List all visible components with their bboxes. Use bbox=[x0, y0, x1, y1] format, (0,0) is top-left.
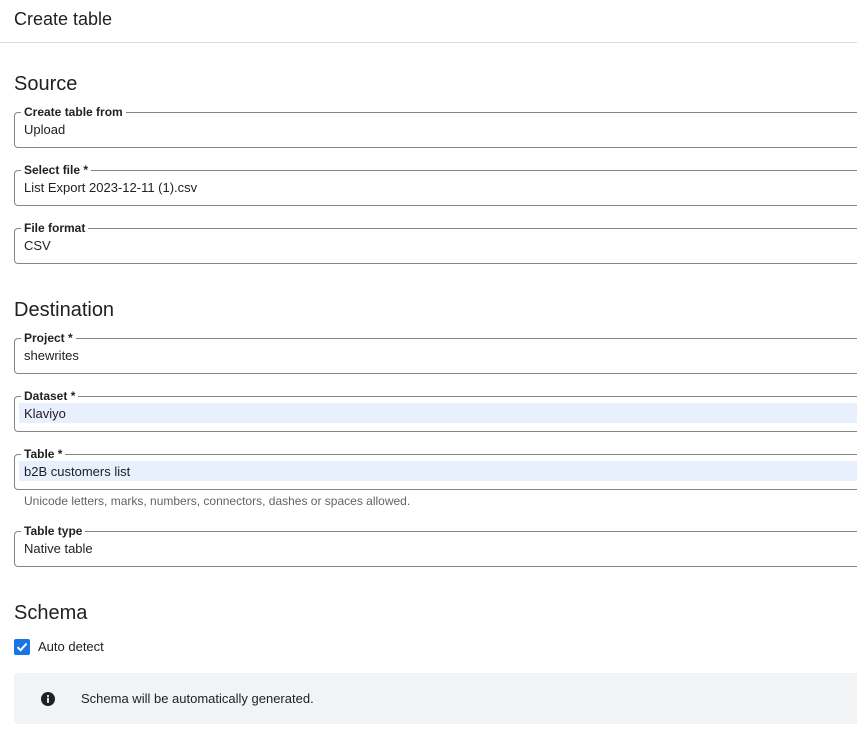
project-value: shewrites bbox=[24, 348, 79, 363]
auto-detect-row[interactable]: Auto detect bbox=[14, 638, 104, 656]
file-format-value: CSV bbox=[24, 238, 51, 253]
dataset-field[interactable]: Dataset * Klaviyo bbox=[14, 389, 857, 432]
create-table-panel: Create table Source Create table from Up… bbox=[0, 0, 857, 730]
auto-detect-checkbox[interactable] bbox=[14, 639, 30, 655]
file-format-label: File format bbox=[21, 221, 89, 235]
schema-info-banner: Schema will be automatically generated. bbox=[14, 673, 857, 724]
create-table-from-value: Upload bbox=[24, 122, 66, 137]
project-label: Project * bbox=[21, 331, 76, 345]
section-title-schema: Schema bbox=[14, 602, 88, 624]
checkmark-icon bbox=[16, 642, 28, 652]
page-title: Create table bbox=[14, 9, 113, 29]
table-type-select[interactable]: Table type Native table bbox=[14, 524, 857, 567]
autofill-highlight bbox=[19, 403, 857, 423]
select-file-field[interactable]: Select file * List Export 2023-12-11 (1)… bbox=[14, 163, 857, 206]
table-type-value: Native table bbox=[24, 541, 93, 556]
create-table-from-select[interactable]: Create table from Upload bbox=[14, 105, 857, 148]
info-icon bbox=[41, 692, 55, 706]
file-format-select[interactable]: File format CSV bbox=[14, 221, 857, 264]
select-file-value: List Export 2023-12-11 (1).csv bbox=[24, 180, 198, 195]
schema-info-text: Schema will be automatically generated. bbox=[81, 691, 314, 706]
table-name-input[interactable]: Table * b2B customers list bbox=[14, 447, 857, 490]
table-name-hint: Unicode letters, marks, numbers, connect… bbox=[24, 494, 411, 508]
autofill-highlight bbox=[19, 461, 857, 481]
table-type-label: Table type bbox=[21, 524, 86, 538]
auto-detect-label: Auto detect bbox=[38, 639, 104, 654]
table-name-label: Table * bbox=[21, 447, 66, 461]
dataset-label: Dataset * bbox=[21, 389, 79, 403]
project-field[interactable]: Project * shewrites bbox=[14, 331, 857, 374]
dataset-value: Klaviyo bbox=[24, 406, 66, 421]
section-title-source: Source bbox=[14, 73, 78, 95]
panel-header: Create table bbox=[0, 0, 857, 43]
create-table-from-label: Create table from bbox=[21, 105, 126, 119]
select-file-label: Select file * bbox=[21, 163, 92, 177]
section-title-destination: Destination bbox=[14, 299, 115, 321]
table-name-value: b2B customers list bbox=[24, 464, 131, 479]
